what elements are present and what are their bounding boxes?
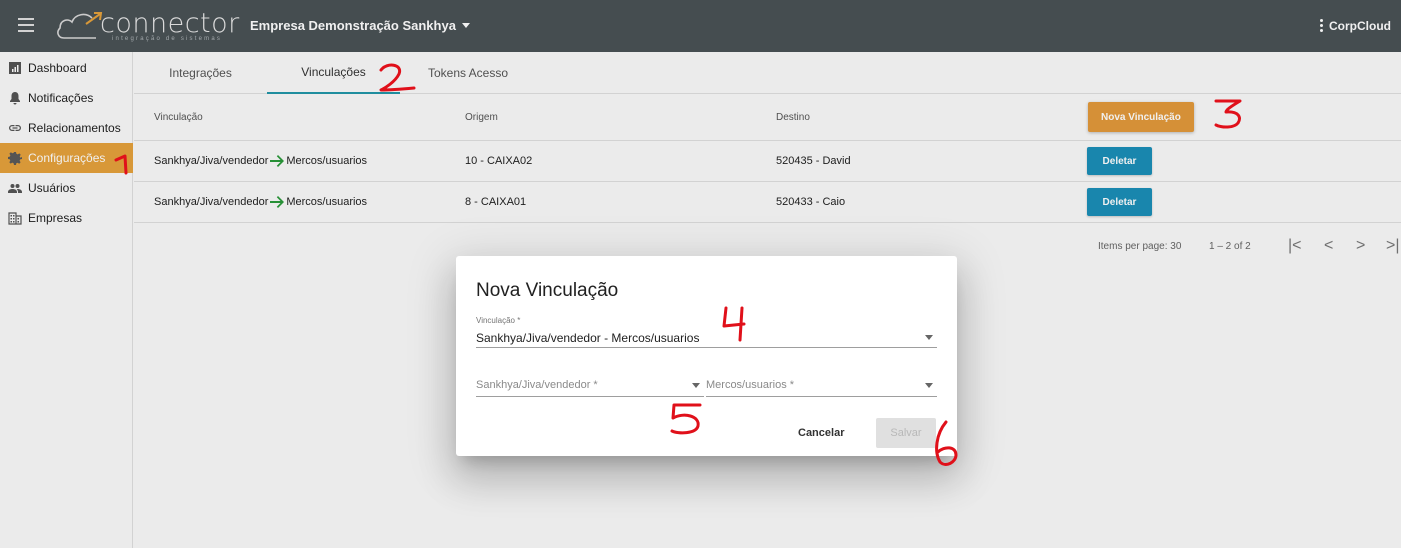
chevron-down-icon [925,335,933,340]
dialog-title: Nova Vinculação [476,280,619,301]
nova-vinculacao-dialog: Nova Vinculação Vinculação * Sankhya/Jiv… [456,256,957,456]
save-button[interactable]: Salvar [876,418,936,448]
origin-placeholder: Sankhya/Jiva/vendedor * [476,379,598,391]
destination-select[interactable]: Mercos/usuarios * [706,374,937,397]
cancel-button[interactable]: Cancelar [798,427,844,439]
origin-select[interactable]: Sankhya/Jiva/vendedor * [476,374,704,397]
destination-placeholder: Mercos/usuarios * [706,379,795,391]
vinculacao-value: Sankhya/Jiva/vendedor - Mercos/usuarios [476,331,700,345]
chevron-down-icon [925,383,933,388]
vinculacao-select[interactable]: Vinculação * Sankhya/Jiva/vendedor - Mer… [476,316,937,348]
chevron-down-icon [692,383,700,388]
vinculacao-label: Vinculação * [476,316,521,325]
